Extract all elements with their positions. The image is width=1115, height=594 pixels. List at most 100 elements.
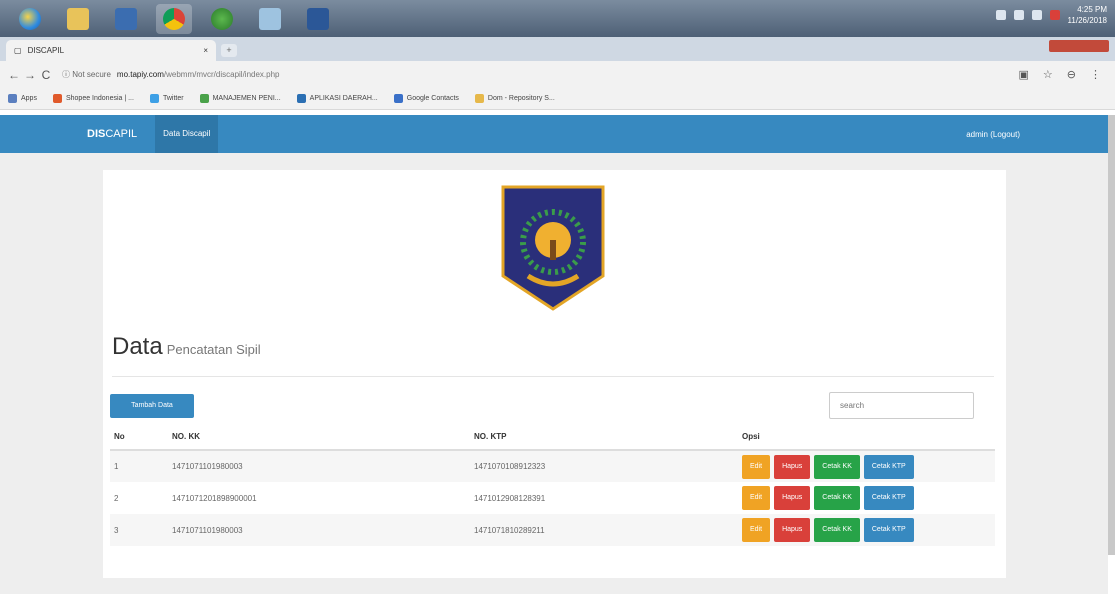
cell-ktp: 1471012908128391 — [474, 493, 546, 503]
bookmark-aplikasi[interactable]: APLIKASI DAERAH... — [296, 94, 378, 103]
brand-bold: DIS — [87, 128, 106, 140]
translate-icon[interactable]: ▣ — [1019, 68, 1029, 81]
forward-icon[interactable]: → — [22, 68, 38, 82]
cell-ktp: 1471071810289211 — [470, 514, 738, 546]
cell-kk: 1471071101980003 — [168, 450, 470, 482]
bookmark-label: Google Contacts — [406, 95, 459, 102]
cell-no: 1 — [110, 450, 168, 482]
bookmark-label: Twitter — [162, 95, 184, 102]
app-icon[interactable] — [204, 4, 240, 34]
delete-button[interactable]: Hapus — [774, 518, 811, 542]
bookmark-label: Apps — [21, 95, 37, 102]
app-icon-2[interactable] — [252, 4, 288, 34]
cell-no: 3 — [110, 514, 168, 546]
print-kk-button[interactable]: Cetak KK — [814, 518, 860, 542]
bookmark-label: Dom - Repository S... — [487, 95, 555, 102]
print-ktp-button[interactable]: Cetak KTP — [863, 518, 914, 542]
cell-actions: Edit Hapus Cetak KK Cetak KTP — [738, 482, 995, 514]
browser-tab[interactable]: ▢ DISCAPIL × — [6, 40, 216, 61]
bookmark-shopee[interactable]: Shopee Indonesia | ... — [52, 94, 134, 103]
bookmark-google-contacts[interactable]: Google Contacts — [393, 94, 459, 103]
document-icon — [296, 94, 306, 103]
edit-button[interactable]: Edit — [742, 486, 771, 510]
emblem-logo — [501, 185, 605, 311]
add-data-button[interactable]: Tambah Data — [110, 394, 194, 418]
star-icon[interactable]: ☆ — [1043, 68, 1053, 81]
windows-start-icon[interactable] — [12, 4, 48, 34]
title-text: Data — [112, 333, 163, 360]
delete-button[interactable]: Hapus — [774, 486, 811, 510]
windows-taskbar: 4:25 PM 11/26/2018 — [0, 0, 1115, 37]
table-row: 1 1471071101980003 1471070108912323 Edit… — [110, 450, 995, 482]
new-tab-button[interactable]: + — [221, 44, 237, 57]
window-controls[interactable] — [1049, 40, 1109, 52]
cell-actions: Edit Hapus Cetak KK Cetak KTP — [738, 450, 995, 482]
app-navbar: DISCAPIL Data Discapil admin (Logout) — [0, 115, 1108, 153]
clock-date: 11/26/2018 — [1067, 16, 1107, 25]
close-icon[interactable]: × — [203, 46, 208, 55]
page-scrollbar[interactable] — [1108, 115, 1115, 555]
delete-button[interactable]: Hapus — [774, 454, 811, 479]
cell-no: 2 — [114, 493, 119, 503]
header-options: Opsi — [738, 424, 995, 451]
table-row: 2 1471071201898900001 1471012908128391 E… — [110, 482, 995, 514]
clock[interactable]: 4:25 PM 11/26/2018 — [1068, 4, 1107, 26]
chrome-icon[interactable] — [156, 3, 192, 34]
folder-icon — [474, 94, 484, 103]
bookmark-label: MANAJEMEN PENI... — [212, 95, 281, 102]
volume-icon[interactable] — [1031, 10, 1042, 20]
print-ktp-button[interactable]: Cetak KTP — [863, 486, 914, 510]
cell-kk: 1471071201898900001 — [172, 493, 257, 503]
nav-data-discapil[interactable]: Data Discapil — [155, 115, 219, 153]
bookmarks-bar: Apps Shopee Indonesia | ... Twitter MANA… — [0, 88, 1115, 110]
clock-time: 4:25 PM — [1077, 5, 1107, 14]
bookmark-label: Shopee Indonesia | ... — [65, 95, 134, 102]
header-ktp: NO. KTP — [470, 424, 738, 451]
shopee-icon — [52, 94, 62, 103]
table-header-row: No NO. KK NO. KTP Opsi — [110, 424, 995, 451]
address-bar-row: ← → C ⓘ Not secure mo.tapiy.com /webmm/m… — [0, 61, 1115, 88]
print-ktp-button[interactable]: Cetak KTP — [863, 454, 914, 479]
account-icon[interactable]: ⊖ — [1067, 68, 1076, 81]
cell-ktp: 1471070108912323 — [470, 450, 738, 482]
reload-icon[interactable]: C — [38, 68, 54, 82]
bookmark-twitter[interactable]: Twitter — [149, 94, 184, 103]
header-kk: NO. KK — [168, 424, 470, 451]
bookmark-apps[interactable]: Apps — [8, 94, 37, 103]
browser-tab-strip: ▢ DISCAPIL × + — [0, 37, 1115, 61]
page-subtitle: Pencatatan Sipil — [166, 342, 261, 357]
apps-icon — [8, 94, 17, 103]
contacts-icon — [393, 94, 403, 103]
media-icon[interactable] — [108, 4, 144, 34]
table-row: 3 1471071101980003 1471071810289211 Edit… — [110, 514, 995, 546]
file-explorer-icon[interactable] — [60, 4, 96, 34]
cell-actions: Edit Hapus Cetak KK Cetak KTP — [738, 514, 995, 546]
url-path: /webmm/mvcr/discapil/index.php — [163, 70, 280, 79]
security-indicator[interactable]: ⓘ Not secure — [62, 69, 111, 80]
cell-kk: 1471071101980003 — [168, 514, 470, 546]
back-icon[interactable]: ← — [6, 68, 22, 82]
url-input[interactable]: ⓘ Not secure mo.tapiy.com /webmm/mvcr/di… — [62, 65, 1019, 85]
search-input[interactable] — [829, 392, 974, 419]
network-icon[interactable] — [1013, 10, 1024, 20]
menu-icon[interactable]: ⋮ — [1090, 68, 1101, 81]
edit-button[interactable]: Edit — [742, 518, 771, 542]
brand-logo[interactable]: DISCAPIL — [87, 128, 137, 140]
bookmark-repository[interactable]: Dom - Repository S... — [474, 94, 555, 103]
url-host: mo.tapiy.com — [116, 70, 164, 79]
edit-button[interactable]: Edit — [742, 454, 771, 479]
page-icon: ▢ — [14, 46, 22, 55]
bookmark-manajemen[interactable]: MANAJEMEN PENI... — [199, 94, 281, 103]
flag-icon[interactable] — [1049, 10, 1060, 20]
divider — [112, 376, 994, 377]
print-kk-button[interactable]: Cetak KK — [814, 486, 860, 510]
notification-icon[interactable] — [995, 10, 1006, 20]
system-tray: 4:25 PM 11/26/2018 — [995, 4, 1107, 26]
print-kk-button[interactable]: Cetak KK — [814, 454, 860, 479]
data-table: No NO. KK NO. KTP Opsi 1 147107110198000… — [110, 424, 995, 546]
logout-link[interactable]: admin (Logout) — [966, 130, 1020, 139]
twitter-icon — [149, 94, 159, 103]
tab-title: DISCAPIL — [27, 46, 65, 55]
brand-rest: CAPIL — [105, 128, 138, 140]
word-icon[interactable] — [300, 4, 336, 34]
